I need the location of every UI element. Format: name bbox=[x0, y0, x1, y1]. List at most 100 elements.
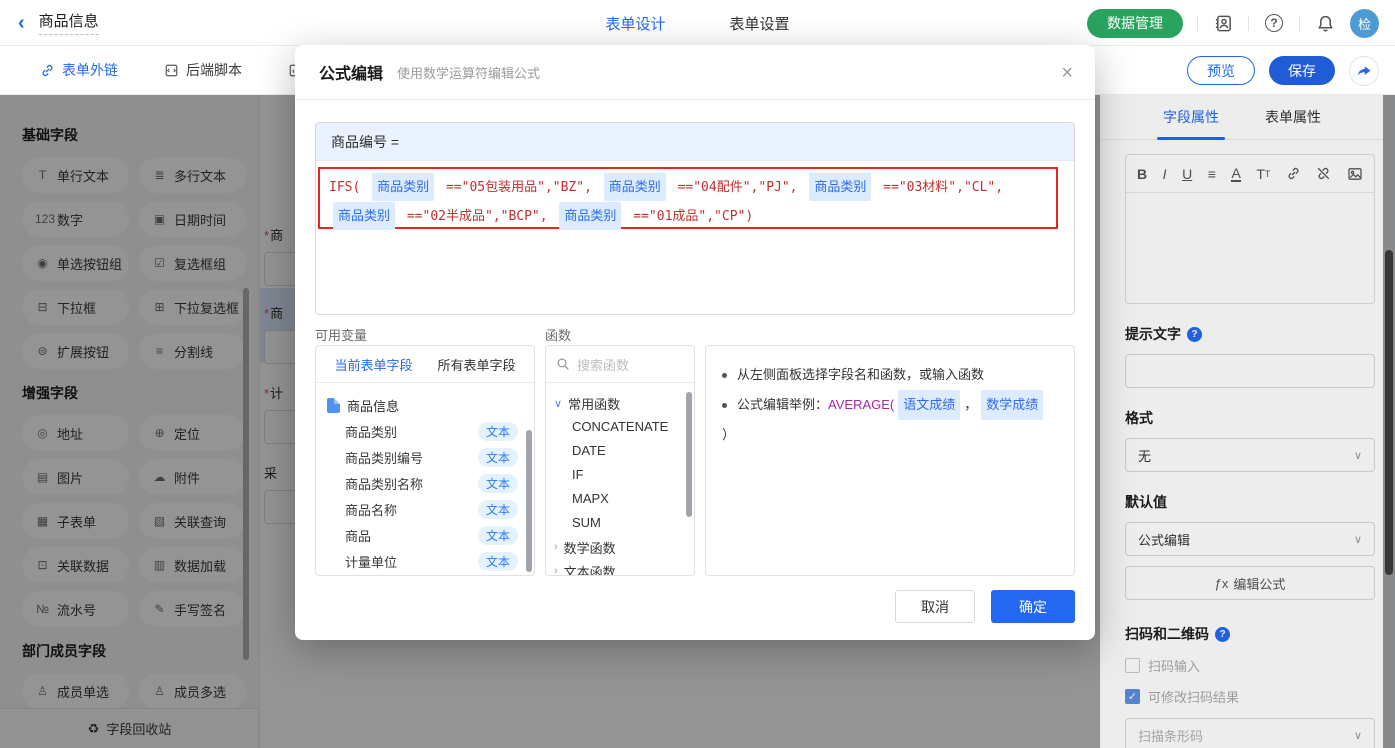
hint-text-input[interactable] bbox=[1125, 354, 1375, 388]
formula-editor-modal: 公式编辑 使用数学运算符编辑公式 × 商品编号 = IFS( 商品类别 =="0… bbox=[295, 45, 1095, 640]
tab-字段属性[interactable]: 字段属性 bbox=[1163, 95, 1219, 140]
formula-help-panel: 从左侧面板选择字段名和函数，或输入函数 公式编辑举例：AVERAGE(语文成绩，… bbox=[705, 345, 1075, 576]
rich-text-content[interactable] bbox=[1126, 193, 1374, 303]
function-search-input[interactable]: 搜索函数 bbox=[546, 346, 694, 383]
format-select[interactable]: 无∨ bbox=[1125, 438, 1375, 472]
unlink-icon[interactable] bbox=[1316, 166, 1331, 181]
field-chip[interactable]: 商品类别 bbox=[372, 173, 434, 201]
function-group-文本函数[interactable]: › 文本函数 bbox=[546, 559, 694, 576]
variable-row[interactable]: 商品类别名称文本 bbox=[316, 470, 534, 496]
help-tip-1: 从左侧面板选择字段名和函数，或输入函数 bbox=[722, 360, 1058, 390]
format-label: 格式 bbox=[1125, 408, 1374, 428]
avatar[interactable]: 检 bbox=[1350, 9, 1379, 38]
formula-code: =="01成品","CP") bbox=[625, 209, 753, 224]
divider bbox=[1248, 16, 1249, 31]
bold-icon[interactable]: B bbox=[1137, 166, 1147, 182]
search-icon bbox=[556, 357, 570, 371]
tab-表单设置[interactable]: 表单设置 bbox=[730, 13, 790, 34]
formula-editor-box[interactable]: 商品编号 = IFS( 商品类别 =="05包装用品","BZ", 商品类别 =… bbox=[315, 122, 1075, 315]
data-manage-button[interactable]: 数据管理 bbox=[1087, 9, 1183, 38]
address-book-icon[interactable] bbox=[1212, 12, 1234, 34]
function-item-SUM[interactable]: SUM bbox=[546, 511, 694, 535]
form-file-icon bbox=[327, 398, 340, 413]
variables-scrollbar[interactable] bbox=[526, 430, 532, 572]
toolbar-link-label: 后端脚本 bbox=[186, 60, 242, 80]
chevron-down-icon: ∨ bbox=[1354, 533, 1362, 546]
chevron-down-icon: ∨ bbox=[1354, 729, 1362, 742]
tab-所有表单字段[interactable]: 所有表单字段 bbox=[437, 355, 515, 374]
function-item-DATE[interactable]: DATE bbox=[546, 439, 694, 463]
font-color-icon[interactable]: A bbox=[1231, 166, 1240, 182]
function-group-label: 文本函数 bbox=[564, 562, 616, 577]
italic-icon[interactable]: I bbox=[1163, 166, 1167, 182]
field-chip[interactable]: 商品类别 bbox=[604, 173, 666, 201]
back-chevron-icon[interactable]: ‹ bbox=[18, 13, 25, 33]
caret-down-icon: ∨ bbox=[554, 397, 562, 410]
toolbar-link-表单外链[interactable]: 表单外链 bbox=[40, 60, 118, 80]
formula-highlight-annotation: IFS( 商品类别 =="05包装用品","BZ", 商品类别 =="04配件"… bbox=[318, 167, 1058, 229]
example-field-chip: 语文成绩 bbox=[898, 390, 960, 420]
properties-panel: 字段属性 表单属性 B I U ≡ A TT bbox=[1100, 95, 1383, 748]
checkbox-icon bbox=[1125, 658, 1140, 673]
scan-help-icon[interactable]: ? bbox=[1215, 627, 1230, 642]
modal-title: 公式编辑 bbox=[319, 60, 383, 84]
cancel-button[interactable]: 取消 bbox=[895, 590, 975, 623]
variable-row[interactable]: 商品类别编号文本 bbox=[316, 444, 534, 470]
default-value-label: 默认值 bbox=[1125, 492, 1374, 512]
toolbar-link-后端脚本[interactable]: 后端脚本 bbox=[164, 60, 242, 80]
variable-row[interactable]: 商品文本 bbox=[316, 522, 534, 548]
tab-当前表单字段[interactable]: 当前表单字段 bbox=[334, 355, 412, 374]
variable-type-badge: 文本 bbox=[478, 448, 518, 467]
link-icon bbox=[40, 63, 55, 78]
form-tree-root[interactable]: 商品信息 bbox=[316, 392, 534, 418]
bell-icon[interactable] bbox=[1314, 12, 1336, 34]
share-button[interactable] bbox=[1349, 56, 1379, 86]
functions-scrollbar[interactable] bbox=[686, 392, 692, 517]
confirm-button[interactable]: 确定 bbox=[991, 590, 1075, 623]
close-icon[interactable]: × bbox=[1061, 63, 1073, 83]
tab-表单属性[interactable]: 表单属性 bbox=[1265, 95, 1321, 140]
align-icon[interactable]: ≡ bbox=[1208, 166, 1216, 182]
link-icon[interactable] bbox=[1286, 166, 1301, 181]
description-rich-text-editor[interactable]: B I U ≡ A TT bbox=[1125, 154, 1375, 304]
hint-text-label: 提示文字? bbox=[1125, 324, 1374, 344]
variable-name: 计量单位 bbox=[345, 552, 397, 571]
checkbox-label: 可修改扫码结果 bbox=[1148, 687, 1239, 706]
function-group-数学函数[interactable]: ›数学函数 bbox=[546, 535, 694, 559]
field-chip[interactable]: 商品类别 bbox=[809, 173, 871, 201]
help-separator: ， bbox=[964, 397, 977, 412]
variable-row[interactable]: 商品名称文本 bbox=[316, 496, 534, 522]
field-chip[interactable]: 商品类别 bbox=[333, 202, 395, 230]
hint-help-icon[interactable]: ? bbox=[1187, 327, 1202, 342]
variable-type-badge: 文本 bbox=[478, 500, 518, 519]
save-button[interactable]: 保存 bbox=[1269, 56, 1335, 85]
underline-icon[interactable]: U bbox=[1182, 166, 1192, 182]
function-group-label: 常用函数 bbox=[568, 394, 620, 413]
function-group-常用函数[interactable]: ∨ 常用函数 bbox=[546, 391, 694, 415]
default-value-select[interactable]: 公式编辑∨ bbox=[1125, 522, 1375, 556]
function-item-MAPX[interactable]: MAPX bbox=[546, 487, 694, 511]
preview-button[interactable]: 预览 bbox=[1187, 56, 1255, 85]
function-item-IF[interactable]: IF bbox=[546, 463, 694, 487]
checkbox-扫码输入[interactable]: 扫码输入 bbox=[1125, 656, 1374, 675]
script-icon bbox=[164, 63, 179, 78]
modal-subtitle: 使用数学运算符编辑公式 bbox=[397, 63, 540, 82]
field-chip[interactable]: 商品类别 bbox=[559, 202, 621, 230]
help-icon[interactable]: ? bbox=[1263, 12, 1285, 34]
variable-row[interactable]: 商品类别文本 bbox=[316, 418, 534, 444]
formula-code: =="04配件","PJ", bbox=[670, 180, 806, 195]
chevron-down-icon: ∨ bbox=[1354, 449, 1362, 462]
checkbox-icon: ✓ bbox=[1125, 689, 1140, 704]
font-size-icon[interactable]: TT bbox=[1256, 166, 1270, 182]
function-item-CONCATENATE[interactable]: CONCATENATE bbox=[546, 415, 694, 439]
variable-row[interactable]: 计量单位文本 bbox=[316, 548, 534, 574]
variable-name: 商品类别 bbox=[345, 422, 397, 441]
form-title[interactable]: 商品信息 bbox=[39, 10, 99, 35]
tab-表单设计[interactable]: 表单设计 bbox=[605, 13, 665, 34]
caret-right-icon: › bbox=[554, 565, 558, 576]
edit-formula-button[interactable]: ƒx 编辑公式 bbox=[1125, 566, 1375, 600]
insert-image-icon[interactable] bbox=[1347, 166, 1363, 182]
formula-code: =="03材料","CL", bbox=[875, 180, 1003, 195]
scan-type-select[interactable]: 扫描条形码∨ bbox=[1125, 718, 1375, 748]
checkbox-可修改扫码结果[interactable]: ✓ 可修改扫码结果 bbox=[1125, 687, 1374, 706]
